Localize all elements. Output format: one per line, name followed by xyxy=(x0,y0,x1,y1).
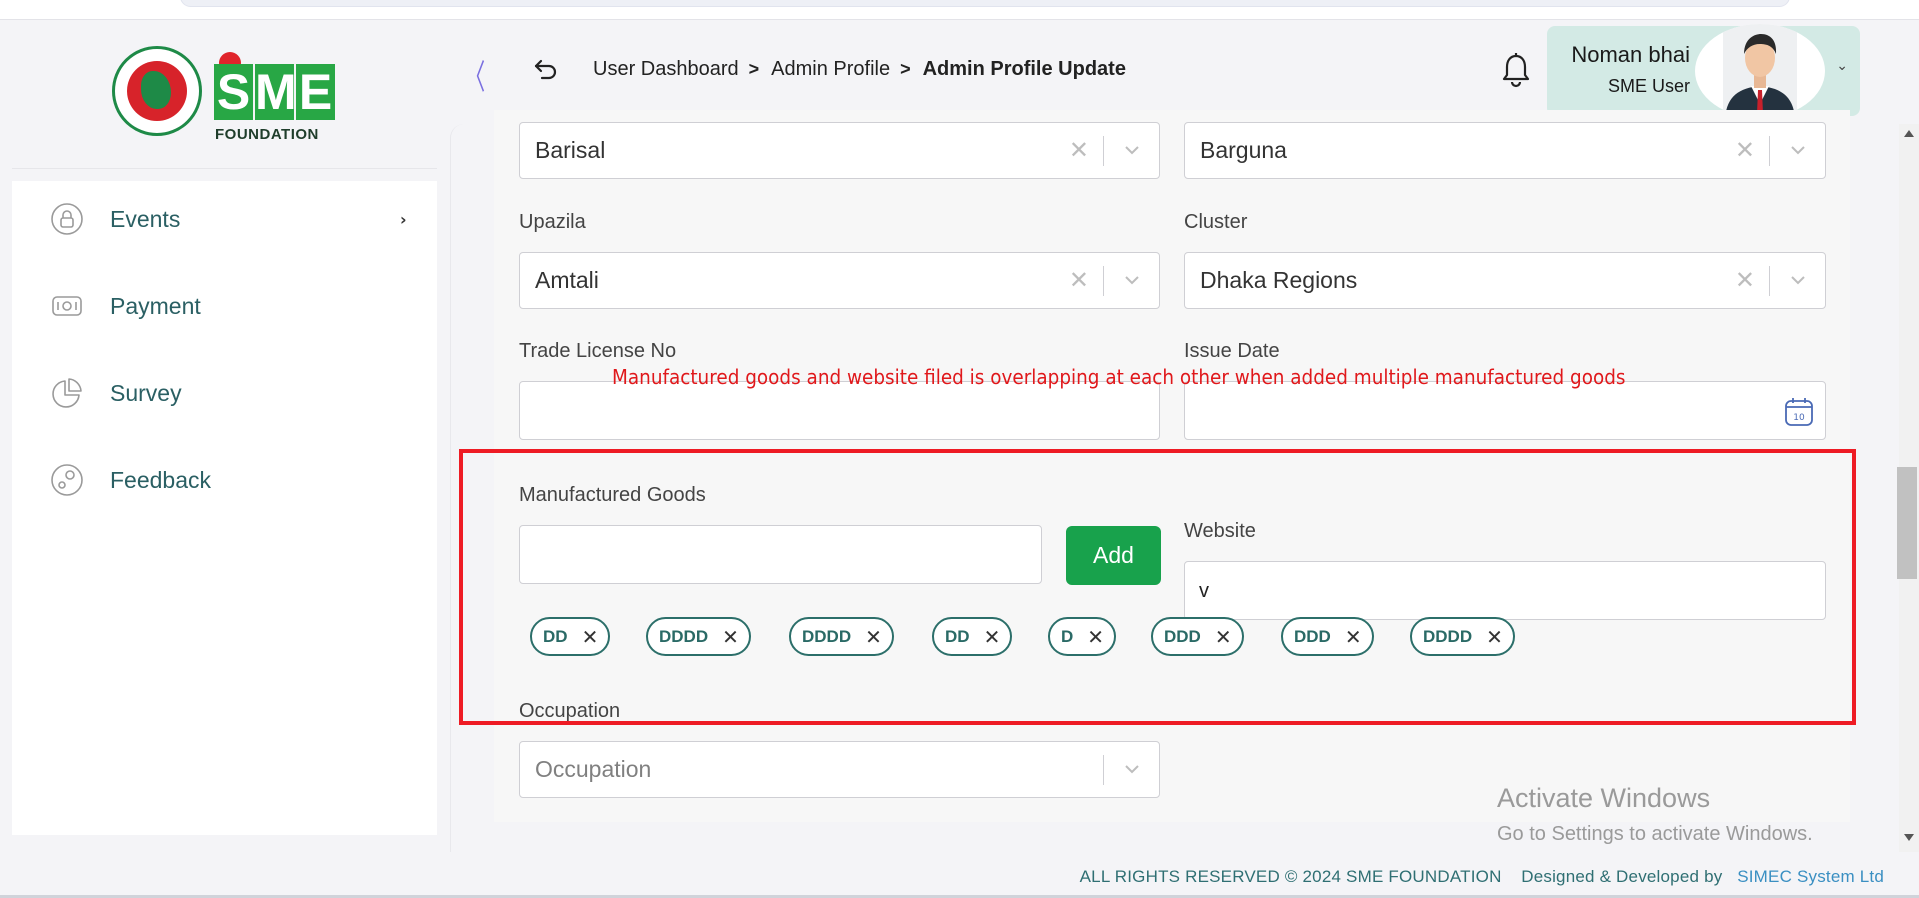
upazila-value: Amtali xyxy=(535,267,599,293)
district-value: Barguna xyxy=(1200,137,1287,163)
scroll-down-icon[interactable] xyxy=(1904,834,1914,841)
division-select[interactable]: Barisal ✕ xyxy=(519,122,1160,179)
cluster-label: Cluster xyxy=(1184,211,1248,233)
divider xyxy=(1769,266,1770,296)
notification-bell-icon[interactable] xyxy=(1500,50,1532,90)
clear-icon[interactable]: ✕ xyxy=(1069,266,1089,294)
sidebar-item-feedback[interactable]: Feedback xyxy=(12,450,437,510)
activate-windows-subtitle: Go to Settings to activate Windows. xyxy=(1497,823,1813,845)
chevron-right-icon: › xyxy=(400,209,407,229)
divider xyxy=(1769,136,1770,166)
division-value: Barisal xyxy=(535,137,606,163)
clear-icon[interactable]: ✕ xyxy=(1069,136,1089,164)
pie-chart-icon xyxy=(52,378,82,408)
cluster-value: Dhaka Regions xyxy=(1200,267,1358,293)
issue-date-label: Issue Date xyxy=(1184,340,1280,362)
feedback-icon xyxy=(51,464,83,496)
upazila-select[interactable]: Amtali ✕ xyxy=(519,252,1160,309)
user-role: SME User xyxy=(1607,76,1690,96)
chevron-down-icon[interactable] xyxy=(1123,141,1141,159)
activate-windows-title: Activate Windows xyxy=(1497,783,1711,813)
trade-license-label: Trade License No xyxy=(519,340,677,362)
sidebar-item-label: Events xyxy=(110,205,181,232)
sidebar-item-label: Feedback xyxy=(110,466,212,493)
logo-subtitle: FOUNDATION xyxy=(215,126,319,143)
footer: ALL RIGHTS RESERVED © 2024 SME FOUNDATIO… xyxy=(0,858,1919,898)
cluster-select[interactable]: Dhaka Regions ✕ xyxy=(1184,252,1826,309)
clear-icon[interactable]: ✕ xyxy=(1735,136,1755,164)
district-select[interactable]: Barguna ✕ xyxy=(1184,122,1826,179)
chevron-down-icon[interactable] xyxy=(1123,760,1141,778)
chevron-down-icon[interactable] xyxy=(1123,271,1141,289)
browser-top-strip xyxy=(0,0,1919,20)
occupation-placeholder: Occupation xyxy=(535,756,652,782)
bug-annotation: Manufactured goods and website filed is … xyxy=(612,365,1626,389)
user-menu[interactable]: Noman bhai SME User ⌄ xyxy=(1547,24,1860,118)
breadcrumb-current-page: Admin Profile Update xyxy=(922,58,1126,80)
breadcrumb-user-dashboard[interactable]: User Dashboard xyxy=(593,58,739,81)
chevron-down-icon[interactable]: ⌄ xyxy=(1836,58,1848,74)
footer-text: ALL RIGHTS RESERVED © 2024 SME FOUNDATIO… xyxy=(1080,867,1884,887)
chevron-right-icon: > xyxy=(900,59,911,79)
divider xyxy=(1103,266,1104,296)
sidebar-item-events[interactable]: Events › xyxy=(12,189,437,249)
footer-rights: ALL RIGHTS RESERVED © 2024 SME FOUNDATIO… xyxy=(1079,867,1502,886)
scrollbar-thumb[interactable] xyxy=(1897,467,1917,579)
government-emblem-icon xyxy=(112,46,202,136)
sme-foundation-logo[interactable]: SME FOUNDATION xyxy=(112,46,342,146)
clear-icon[interactable]: ✕ xyxy=(1735,266,1755,294)
chevron-right-icon: > xyxy=(748,59,760,79)
logo-brand: SME xyxy=(214,64,335,122)
trade-license-input[interactable] xyxy=(519,381,1160,440)
cash-icon xyxy=(52,296,82,316)
footer-company-link[interactable]: SIMEC System Ltd xyxy=(1737,867,1884,886)
sidebar-item-label: Payment xyxy=(110,292,201,319)
sidebar-item-payment[interactable]: Payment xyxy=(12,276,437,336)
upazila-label: Upazila xyxy=(519,211,586,233)
bug-highlight-box xyxy=(459,449,1856,725)
breadcrumb-admin-profile[interactable]: Admin Profile xyxy=(771,58,890,81)
sidebar-collapse-button[interactable]: 〈 xyxy=(465,50,485,99)
user-name: Noman bhai xyxy=(1571,42,1690,67)
chevron-down-icon[interactable] xyxy=(1789,271,1807,289)
back-arrow-icon[interactable] xyxy=(532,55,560,83)
divider xyxy=(1103,755,1104,785)
sidebar: Events › Payment Survey Feedback xyxy=(12,181,437,835)
occupation-select[interactable]: Occupation xyxy=(519,741,1160,798)
calendar-icon[interactable]: 10 xyxy=(1783,396,1815,428)
sidebar-item-label: Survey xyxy=(110,379,182,406)
chevron-down-icon[interactable] xyxy=(1789,141,1807,159)
sidebar-item-survey[interactable]: Survey xyxy=(12,363,437,423)
address-bar-edge xyxy=(180,0,1790,7)
svg-text:10: 10 xyxy=(1793,413,1805,423)
avatar xyxy=(1695,24,1825,118)
footer-designed-by: Designed & Developed by xyxy=(1521,867,1723,886)
breadcrumb: User Dashboard > Admin Profile > Admin P… xyxy=(593,58,1126,81)
issue-date-input[interactable]: 10 xyxy=(1184,381,1826,440)
scroll-up-icon[interactable] xyxy=(1904,130,1914,137)
divider xyxy=(1103,136,1104,166)
sidebar-divider xyxy=(12,168,437,169)
lock-icon xyxy=(51,203,83,235)
